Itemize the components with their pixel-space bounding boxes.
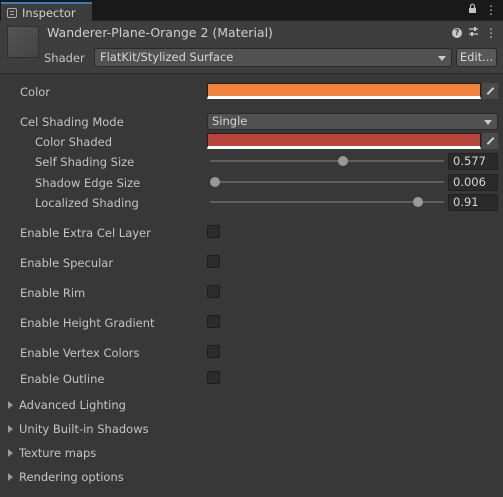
enable-height-gradient-label: Enable Height Gradient — [20, 316, 155, 330]
material-title: Wanderer-Plane-Orange 2 (Material) — [47, 25, 273, 40]
localized-shading-label: Localized Shading — [35, 196, 139, 210]
foldout-unity-built-in-shadows[interactable]: Unity Built-in Shadows — [8, 422, 149, 436]
slider-knob[interactable] — [209, 177, 220, 187]
shader-value: FlatKit/Stylized Surface — [100, 50, 234, 64]
cel-shading-mode-value: Single — [212, 114, 248, 128]
tab-bar: Inspector ⋮ — [0, 0, 503, 21]
header-icons: ? ⋮ — [452, 26, 497, 40]
localized-shading-field[interactable]: 0.91 — [448, 194, 498, 211]
help-icon[interactable]: ? — [452, 28, 462, 38]
color-shaded-label: Color Shaded — [35, 135, 112, 149]
color-label: Color — [20, 85, 51, 99]
localized-shading-slider[interactable] — [210, 197, 444, 207]
foldout-arrow-icon — [8, 401, 13, 409]
kebab-menu-icon[interactable]: ⋮ — [485, 3, 497, 17]
enable-outline-checkbox[interactable] — [207, 371, 220, 384]
foldout-rendering-options[interactable]: Rendering options — [8, 470, 124, 484]
color-shaded-swatch[interactable] — [207, 133, 481, 149]
foldout-arrow-icon — [8, 425, 13, 433]
tab-inspector[interactable]: Inspector — [1, 2, 92, 21]
shader-dropdown[interactable]: FlatKit/Stylized Surface — [94, 48, 452, 67]
lock-icon[interactable] — [468, 3, 477, 17]
eyedropper-icon[interactable] — [482, 133, 498, 149]
tab-actions: ⋮ — [468, 3, 497, 17]
foldout-label: Advanced Lighting — [19, 398, 126, 412]
slider-knob[interactable] — [413, 197, 424, 207]
slider-knob[interactable] — [338, 156, 349, 166]
enable-extra-cel-layer-checkbox[interactable] — [207, 225, 220, 238]
material-preview — [7, 26, 39, 58]
foldout-label: Rendering options — [19, 470, 124, 484]
inspector-icon — [7, 7, 17, 18]
cel-shading-mode-dropdown[interactable]: Single — [207, 113, 498, 130]
tab-label: Inspector — [22, 5, 76, 20]
enable-extra-cel-layer-label: Enable Extra Cel Layer — [20, 226, 151, 240]
enable-vertex-colors-label: Enable Vertex Colors — [20, 346, 140, 360]
edit-shader-button[interactable]: Edit... — [456, 48, 497, 67]
foldout-texture-maps[interactable]: Texture maps — [8, 446, 96, 460]
shader-label: Shader — [44, 51, 85, 65]
foldout-label: Texture maps — [19, 446, 97, 460]
material-header: Wanderer-Plane-Orange 2 (Material) ? ⋮ S… — [0, 21, 503, 74]
color-swatch[interactable] — [207, 83, 481, 99]
dropdown-arrow-icon — [438, 56, 446, 61]
cel-shading-mode-label: Cel Shading Mode — [20, 115, 124, 129]
eyedropper-icon[interactable] — [482, 83, 498, 99]
preset-icon[interactable] — [468, 26, 479, 40]
enable-specular-checkbox[interactable] — [207, 255, 220, 268]
self-shading-size-field[interactable]: 0.577 — [448, 153, 498, 170]
enable-outline-label: Enable Outline — [20, 372, 105, 386]
context-menu-icon[interactable]: ⋮ — [485, 26, 497, 40]
self-shading-size-slider[interactable] — [210, 156, 444, 166]
shadow-edge-size-label: Shadow Edge Size — [35, 176, 141, 190]
foldout-advanced-lighting[interactable]: Advanced Lighting — [8, 398, 126, 412]
enable-vertex-colors-checkbox[interactable] — [207, 345, 220, 358]
enable-rim-checkbox[interactable] — [207, 285, 220, 298]
self-shading-size-label: Self Shading Size — [35, 155, 135, 169]
enable-specular-label: Enable Specular — [20, 256, 114, 270]
shadow-edge-size-field[interactable]: 0.006 — [448, 174, 498, 191]
enable-rim-label: Enable Rim — [20, 286, 86, 300]
foldout-arrow-icon — [8, 449, 13, 457]
dropdown-arrow-icon — [484, 120, 492, 125]
enable-height-gradient-checkbox[interactable] — [207, 315, 220, 328]
foldout-label: Unity Built-in Shadows — [19, 422, 149, 436]
shadow-edge-size-slider[interactable] — [209, 177, 444, 187]
foldout-arrow-icon — [8, 473, 13, 481]
